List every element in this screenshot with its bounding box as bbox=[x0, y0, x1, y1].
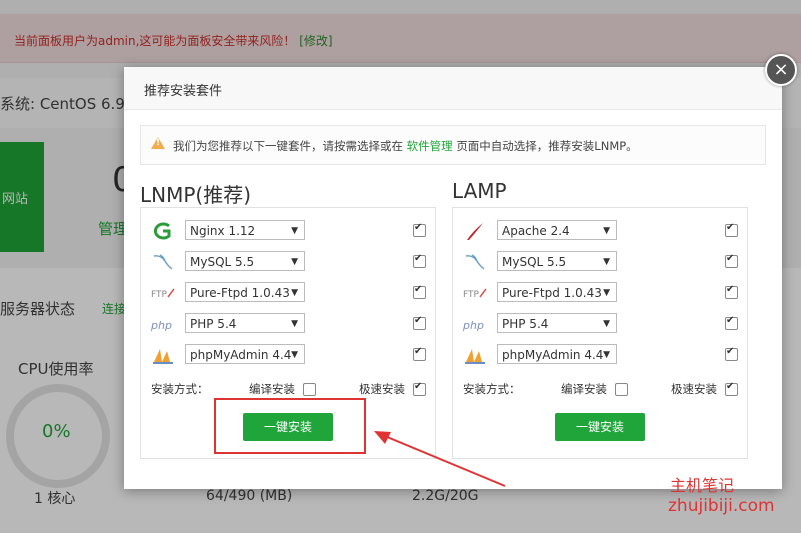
watermark-title: 主机笔记 bbox=[670, 476, 735, 495]
watermark-url: zhujibiji.com bbox=[668, 496, 775, 516]
annotation-arrow-icon bbox=[374, 431, 506, 487]
